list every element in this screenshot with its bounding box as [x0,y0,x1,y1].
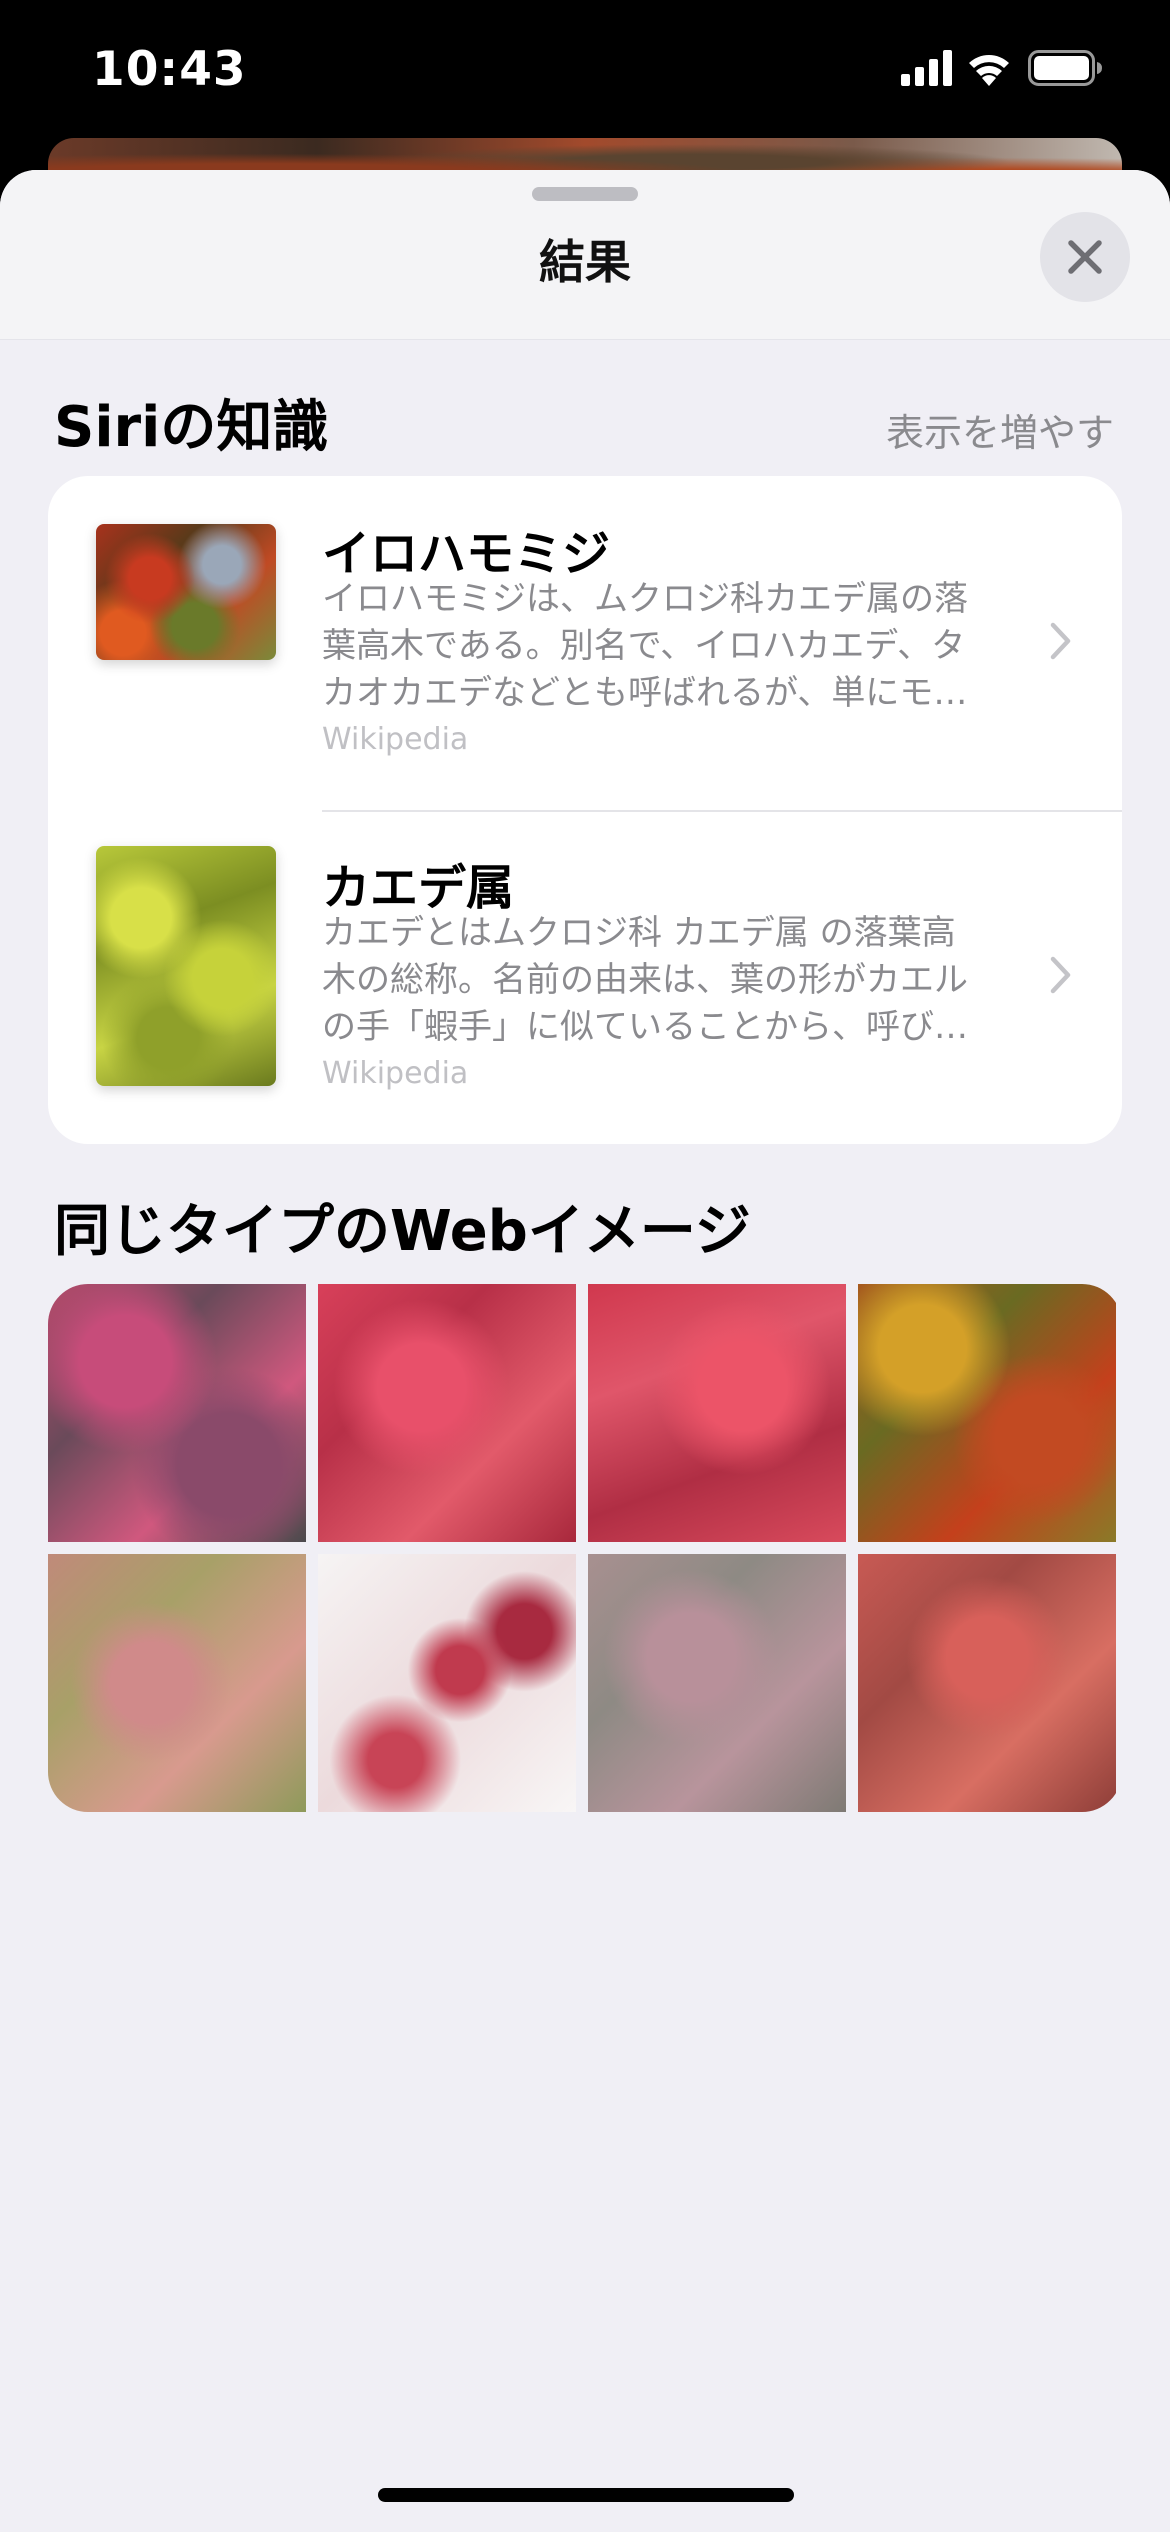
web-image[interactable] [48,1554,306,1812]
sheet-title: 結果 [539,235,631,289]
web-image[interactable] [858,1554,1116,1812]
web-image[interactable] [588,1554,846,1812]
status-bar: 10:43 [0,0,1170,150]
battery-icon [1028,50,1102,86]
result-description: カエデとはムクロジ科 カエデ属 の落葉高 木の総称。名前の由来は、葉の形がカエル… [322,910,1072,1051]
web-image[interactable] [588,1284,846,1542]
result-description-line: 木の総称。名前の由来は、葉の形がカエル [322,960,968,1000]
result-description-line: カオカエデなどとも呼ばれるが、単にモ… [322,673,968,713]
result-source: Wikipedia [322,722,469,757]
result-description-line: イロハモミジは、ムクロジ科カエデ属の落 [322,579,968,619]
result-description: イロハモミジは、ムクロジ科カエデ属の落 葉高木である。別名で、イロハカエデ、タ … [322,576,1072,717]
siri-knowledge-card: イロハモミジ イロハモミジは、ムクロジ科カエデ属の落 葉高木である。別名で、イロ… [48,476,1122,1144]
chevron-right-icon [1050,622,1071,660]
close-button[interactable] [1040,212,1130,302]
show-more-button[interactable]: 表示を増やす [886,402,1114,457]
web-image[interactable] [318,1284,576,1542]
home-indicator[interactable] [378,2488,794,2502]
result-thumbnail [96,846,276,1086]
web-image[interactable] [48,1284,306,1542]
web-image[interactable] [318,1554,576,1812]
status-time: 10:43 [92,42,247,97]
cellular-signal-icon [901,50,952,86]
results-sheet: 結果 Siriの知識 表示を増やす イロハモミジ イロハモミジは、ムクロジ科カエ… [0,170,1170,2532]
sheet-grabber[interactable] [532,187,638,201]
close-icon [1068,240,1102,274]
result-title: イロハモミジ [322,526,611,582]
web-images-title: 同じタイプのWebイメージ [54,1199,751,1264]
web-images-grid [48,1284,1122,1812]
knowledge-result-row[interactable]: カエデ属 カエデとはムクロジ科 カエデ属 の落葉高 木の総称。名前の由来は、葉の… [48,810,1122,1144]
knowledge-result-row[interactable]: イロハモミジ イロハモミジは、ムクロジ科カエデ属の落 葉高木である。別名で、イロ… [48,476,1122,812]
result-thumbnail [96,524,276,660]
wifi-icon [969,55,1009,86]
result-title: カエデ属 [322,860,515,916]
result-source: Wikipedia [322,1056,469,1091]
result-description-line: カエデとはムクロジ科 カエデ属 の落葉高 [322,913,956,953]
web-image[interactable] [858,1284,1116,1542]
result-description-line: 葉高木である。別名で、イロハカエデ、タ [322,626,966,666]
chevron-right-icon [1050,956,1071,994]
siri-knowledge-title: Siriの知識 [54,395,329,460]
result-description-line: の手「蝦手」に似ていることから、呼び… [322,1007,968,1047]
sheet-header: 結果 [0,170,1170,340]
